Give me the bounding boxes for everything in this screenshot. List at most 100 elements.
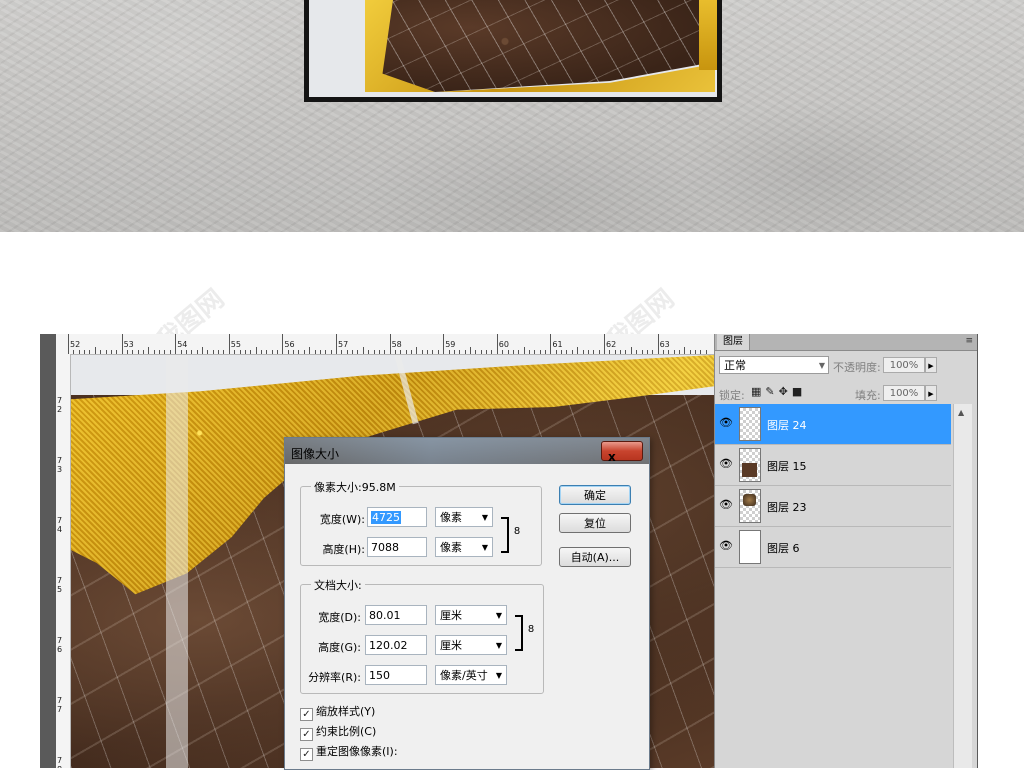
opacity-input[interactable]: 100% [883,357,925,373]
ok-button[interactable]: 确定 [559,485,631,505]
doc-height-unit-select[interactable]: 厘米 ▼ [435,635,507,655]
ruler-minor-tick [105,350,107,354]
layer-row[interactable]: 👁 图层 6 [715,527,951,568]
layer-row[interactable]: 👁 图层 15 [715,445,951,486]
ruler-tick [389,334,391,354]
ruler-minor-tick [202,347,203,354]
lock-label: 锁定: [719,389,745,402]
link-icon: 8 [527,624,535,635]
ruler-minor-tick [684,347,686,354]
resample-checkbox[interactable]: ✓ 重定图像像素(I): [300,743,398,761]
ruler-minor-tick [148,347,150,354]
ruler-minor-tick [223,350,225,354]
ruler-minor-tick [545,350,547,354]
layer-name: 图层 23 [767,501,807,514]
doc-height-input[interactable]: 120.02 [365,635,427,655]
close-button[interactable]: x [601,441,643,464]
opacity-arrow-icon[interactable]: ▶ [925,357,937,373]
doc-width-label: 宽度(D): [318,611,361,624]
ruler-number: 73 [57,456,63,474]
lock-transparent-icon[interactable]: ▦ [751,385,765,398]
blend-mode-select[interactable]: 正常 ▼ [719,356,829,374]
layer-row[interactable]: 👁 图层 23 [715,486,951,527]
ruler-minor-tick [234,350,236,354]
ruler-minor-tick [309,347,311,354]
ruler-minor-tick [250,350,252,354]
layer-name: 图层 15 [767,460,807,473]
panel-menu-icon[interactable]: ≡ [965,336,973,346]
ruler-minor-tick [587,350,589,354]
eye-icon[interactable]: 👁 [718,538,734,554]
document-size-group: 文档大小: 宽度(D): 80.01 厘米 ▼ 高度(G): 120.02 厘米 ▼… [300,577,544,694]
ruler-minor-tick [614,350,616,354]
lock-icon[interactable]: ■ [792,385,806,398]
gold-edge [699,0,717,70]
ruler-minor-tick [277,350,279,354]
width-unit-select[interactable]: 像素 ▼ [435,507,493,527]
scale-styles-checkbox[interactable]: ✓ 缩放样式(Y) [300,703,375,721]
dialog-titlebar[interactable]: 图像大小 x [285,438,649,464]
auto-button[interactable]: 自动(A)... [559,547,631,567]
framed-artwork [309,0,717,97]
ruler-minor-tick [673,350,675,354]
eye-icon[interactable]: 👁 [718,456,734,472]
ruler-tick [496,334,498,354]
ruler-minor-tick [378,350,380,354]
layers-panel: 图层 ≡ 正常 ▼ 不透明度: 100% ▶ 锁定: ▦✎✥■ 填充: 100% … [714,334,977,768]
doc-width-input[interactable]: 80.01 [365,605,427,625]
width-input[interactable]: 4725 [367,507,427,527]
ruler-number: 63 [659,340,670,349]
ruler-minor-tick [620,350,622,354]
vertical-ruler[interactable]: 72 73 74 75 76 77 78 [56,354,71,768]
ruler-minor-tick [582,350,584,354]
ruler-minor-tick [400,350,402,354]
ruler-minor-tick [539,350,541,354]
ruler-minor-tick [528,350,530,354]
ruler-minor-tick [700,350,702,354]
dialog-title: 图像大小 [291,447,340,461]
close-icon: x [608,450,616,464]
constrain-proportions-checkbox[interactable]: ✓ 约束比例(C) [300,723,376,741]
check-icon: ✓ [300,708,313,721]
scroll-up-icon[interactable]: ▲ [958,408,964,417]
ruler-minor-tick [266,350,268,354]
eye-icon[interactable]: 👁 [718,497,734,513]
ruler-number: 74 [57,516,63,534]
height-input[interactable]: 7088 [367,537,427,557]
fill-input[interactable]: 100% [883,385,925,401]
layer-name: 图层 24 [767,419,807,432]
ruler-minor-tick [346,350,348,354]
layers-scrollbar[interactable]: ▲ [953,404,972,768]
ruler-minor-tick [394,350,396,354]
resolution-unit-select[interactable]: 像素/英寸 ▼ [435,665,507,685]
ruler-minor-tick [437,350,439,354]
doc-height-label: 高度(G): [318,641,361,654]
ruler-minor-tick [314,350,316,354]
tab-layers[interactable]: 图层 [717,334,750,350]
ruler-minor-tick [668,350,670,354]
ruler-minor-tick [609,350,611,354]
resolution-input[interactable]: 150 [365,665,427,685]
reset-button[interactable]: 复位 [559,513,631,533]
lock-icons[interactable]: ▦✎✥■ [751,385,806,398]
ruler-minor-tick [94,347,96,354]
ruler-minor-tick [416,347,418,354]
ruler-tick [550,334,552,354]
ruler-number: 58 [391,340,402,349]
chevron-down-icon: ▼ [495,641,502,650]
height-unit-select[interactable]: 像素 ▼ [435,537,493,557]
fill-arrow-icon[interactable]: ▶ [925,385,937,401]
ruler-number: 59 [445,340,456,349]
ruler-minor-tick [239,350,241,354]
ruler-tick [604,334,605,354]
lock-brush-icon[interactable]: ✎ [765,385,778,398]
ruler-minor-tick [110,350,112,354]
doc-width-unit-select[interactable]: 厘米 ▼ [435,605,507,625]
ruler-number: 76 [57,636,63,654]
ruler-minor-tick [212,350,214,354]
layer-row[interactable]: 👁 图层 24 [715,404,951,445]
eye-icon[interactable]: 👁 [718,415,734,431]
horizontal-ruler[interactable]: 52 53 54 55 56 57 58 59 60 61 62 63 [56,334,714,355]
move-icon[interactable]: ✥ [779,385,792,398]
ruler-number: 52 [70,340,81,349]
